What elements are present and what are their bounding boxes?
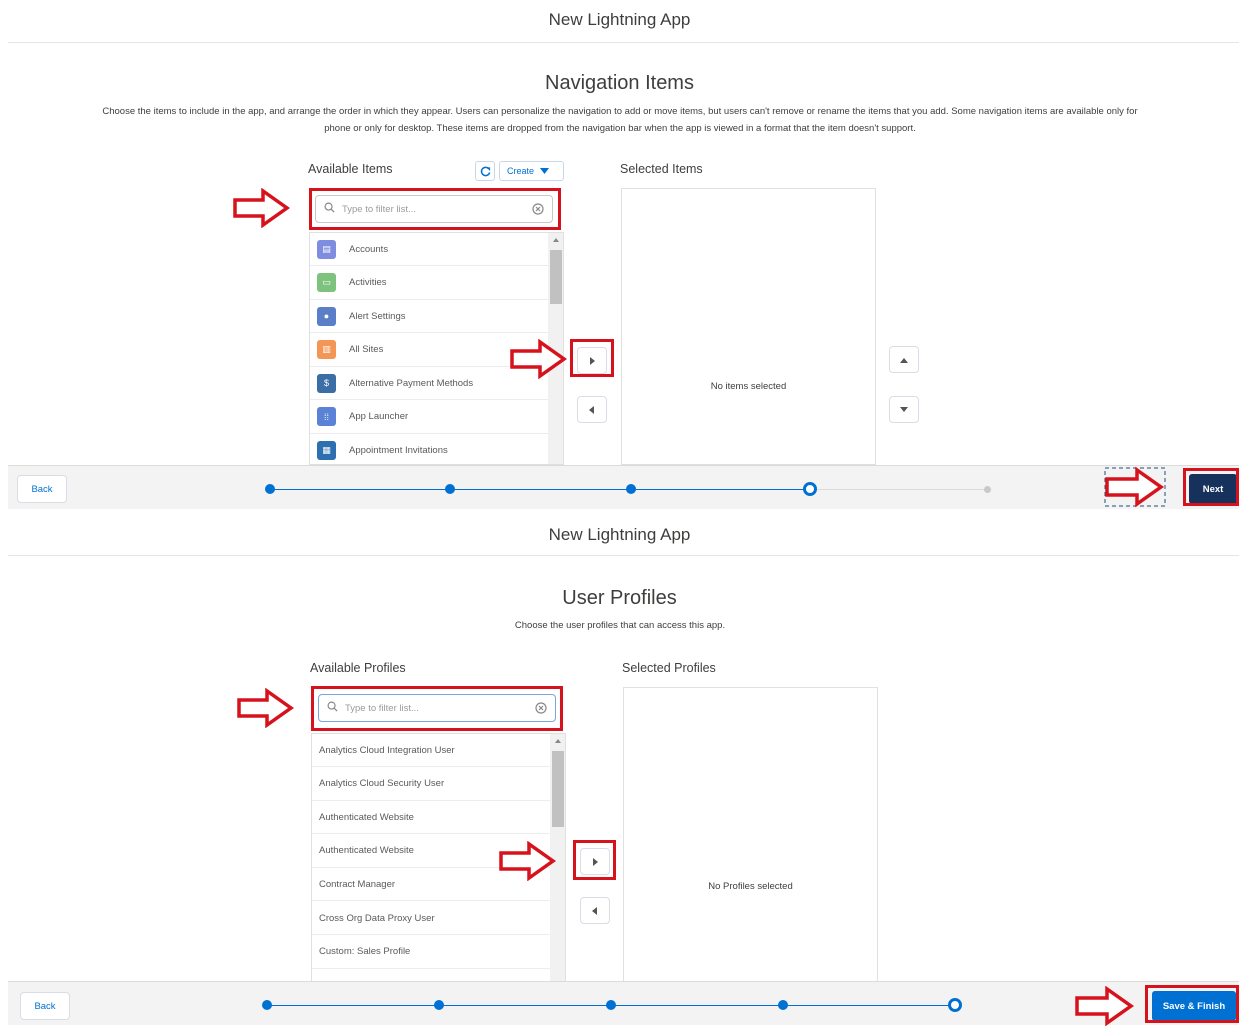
move-down-button[interactable]	[889, 396, 919, 423]
selected-items-list[interactable]: No items selected	[621, 188, 876, 465]
list-item-label: Custom: Sales Profile	[319, 946, 411, 958]
arrow-right-icon	[499, 841, 556, 881]
progress-step-complete[interactable]	[626, 484, 636, 494]
available-profiles-label: Available Profiles	[310, 661, 406, 675]
list-item[interactable]: ● Alert Settings	[310, 300, 548, 333]
alert-icon: ●	[317, 306, 336, 326]
scroll-thumb[interactable]	[550, 250, 562, 304]
arrow-right-icon	[237, 688, 294, 728]
list-item-label: Authenticated Website	[319, 845, 414, 857]
list-item-label: Activities	[349, 277, 387, 288]
arrow-right-icon	[233, 188, 290, 228]
progress-step-current[interactable]	[948, 998, 962, 1012]
empty-message: No items selected	[710, 381, 787, 392]
list-item-label: Alert Settings	[349, 310, 406, 322]
progress-step-pending[interactable]	[984, 486, 991, 493]
step-title: User Profiles	[562, 587, 677, 609]
list-item-label: Appointment Invitations	[349, 444, 448, 456]
modal-title: New Lightning App	[548, 10, 691, 29]
list-item-label: Cross Org Data Proxy User	[319, 912, 435, 924]
scroll-thumb[interactable]	[552, 751, 564, 827]
list-item-label: Analytics Cloud Integration User	[319, 744, 455, 756]
modal-title: New Lightning App	[548, 525, 691, 544]
list-item-label: Accounts	[349, 243, 389, 255]
list-item[interactable]: Custom: Sales Profile	[312, 936, 550, 969]
progress-step-complete[interactable]	[265, 484, 275, 494]
description-line: Choose the items to include in the app, …	[102, 106, 1138, 117]
progress-step-complete[interactable]	[434, 1000, 444, 1010]
list-item[interactable]: Authenticated Website	[312, 801, 550, 835]
progress-step-current[interactable]	[803, 482, 817, 496]
arrow-right-icon	[510, 339, 567, 379]
selected-items-label: Selected Items	[620, 162, 703, 176]
available-items-label: Available Items	[308, 162, 393, 176]
list-item-label: Alternative Payment Methods	[349, 377, 474, 389]
user-profiles-panel: New Lightning App User Profiles Choose t…	[0, 512, 1239, 1026]
arrow-right-icon	[1075, 986, 1135, 1026]
activity-icon: ▭	[317, 273, 336, 292]
step-title: Navigation Items	[545, 72, 694, 94]
calendar-icon: ▦	[317, 440, 336, 460]
refresh-button[interactable]	[475, 161, 495, 181]
scroll-up-icon[interactable]	[548, 234, 564, 246]
move-up-button[interactable]	[889, 346, 919, 373]
caret-down-icon	[900, 406, 908, 412]
header-divider	[8, 555, 1239, 556]
list-item-label: Contract Manager	[319, 878, 396, 890]
grid-icon: ⁞⁞	[317, 407, 336, 426]
footer-bar	[8, 465, 1239, 509]
move-left-button[interactable]	[577, 396, 607, 423]
create-label: Create	[507, 166, 535, 176]
progress-step-complete[interactable]	[778, 1000, 788, 1010]
highlight-frame	[570, 339, 614, 377]
empty-message: No Profiles selected	[708, 881, 793, 892]
back-button[interactable]: Back	[20, 992, 70, 1020]
progress-step-complete[interactable]	[445, 484, 455, 494]
navigation-items-panel: New Lightning App Navigation Items Choos…	[0, 0, 1239, 510]
back-button[interactable]: Back	[17, 475, 67, 503]
create-button[interactable]: Create	[499, 161, 564, 181]
site-icon: ▥	[317, 340, 336, 359]
list-item[interactable]: ⁞⁞ App Launcher	[310, 401, 548, 434]
highlight-frame	[573, 840, 616, 880]
highlight-frame	[1145, 985, 1239, 1023]
highlight-frame	[311, 686, 563, 731]
list-item-label: Authenticated Website	[319, 811, 414, 823]
selected-profiles-list[interactable]: No Profiles selected	[623, 687, 878, 982]
progress-step-complete[interactable]	[606, 1000, 616, 1010]
highlight-frame	[1183, 468, 1239, 506]
caret-left-icon	[592, 906, 597, 915]
refresh-icon	[480, 166, 490, 176]
step-description: Choose the user profiles that can access…	[514, 620, 726, 631]
footer-bar	[8, 981, 1239, 1025]
list-item[interactable]: Cross Org Data Proxy User	[312, 902, 550, 935]
progress-step-complete[interactable]	[262, 1000, 272, 1010]
header-divider	[8, 42, 1239, 43]
highlight-frame	[309, 188, 561, 230]
list-item[interactable]: Analytics Cloud Integration User	[312, 734, 550, 767]
list-item-label: App Launcher	[349, 411, 409, 422]
list-item[interactable]: ▭ Activities	[310, 267, 548, 300]
arrow-right-icon	[1104, 467, 1166, 507]
progress-line	[816, 489, 988, 490]
move-left-button[interactable]	[580, 897, 610, 924]
progress-line	[270, 489, 810, 490]
caret-up-icon	[900, 357, 908, 363]
step-description: Choose the items to include in the app, …	[40, 103, 1200, 137]
list-item[interactable]: ▦ Appointment Invitations	[310, 434, 548, 464]
list-item-label: Analytics Cloud Security User	[319, 778, 445, 790]
scroll-up-icon[interactable]	[550, 735, 566, 747]
list-item[interactable]: Analytics Cloud Security User	[312, 768, 550, 801]
caret-left-icon	[589, 405, 594, 414]
list-item-label: All Sites	[349, 344, 384, 355]
description-line: phone or only for desktop. These items a…	[324, 123, 916, 134]
payment-icon: $	[317, 373, 336, 393]
list-item[interactable]: ▤ Accounts	[310, 233, 548, 266]
selected-profiles-label: Selected Profiles	[622, 661, 716, 675]
chevron-down-icon	[540, 168, 550, 174]
account-icon: ▤	[317, 239, 336, 259]
